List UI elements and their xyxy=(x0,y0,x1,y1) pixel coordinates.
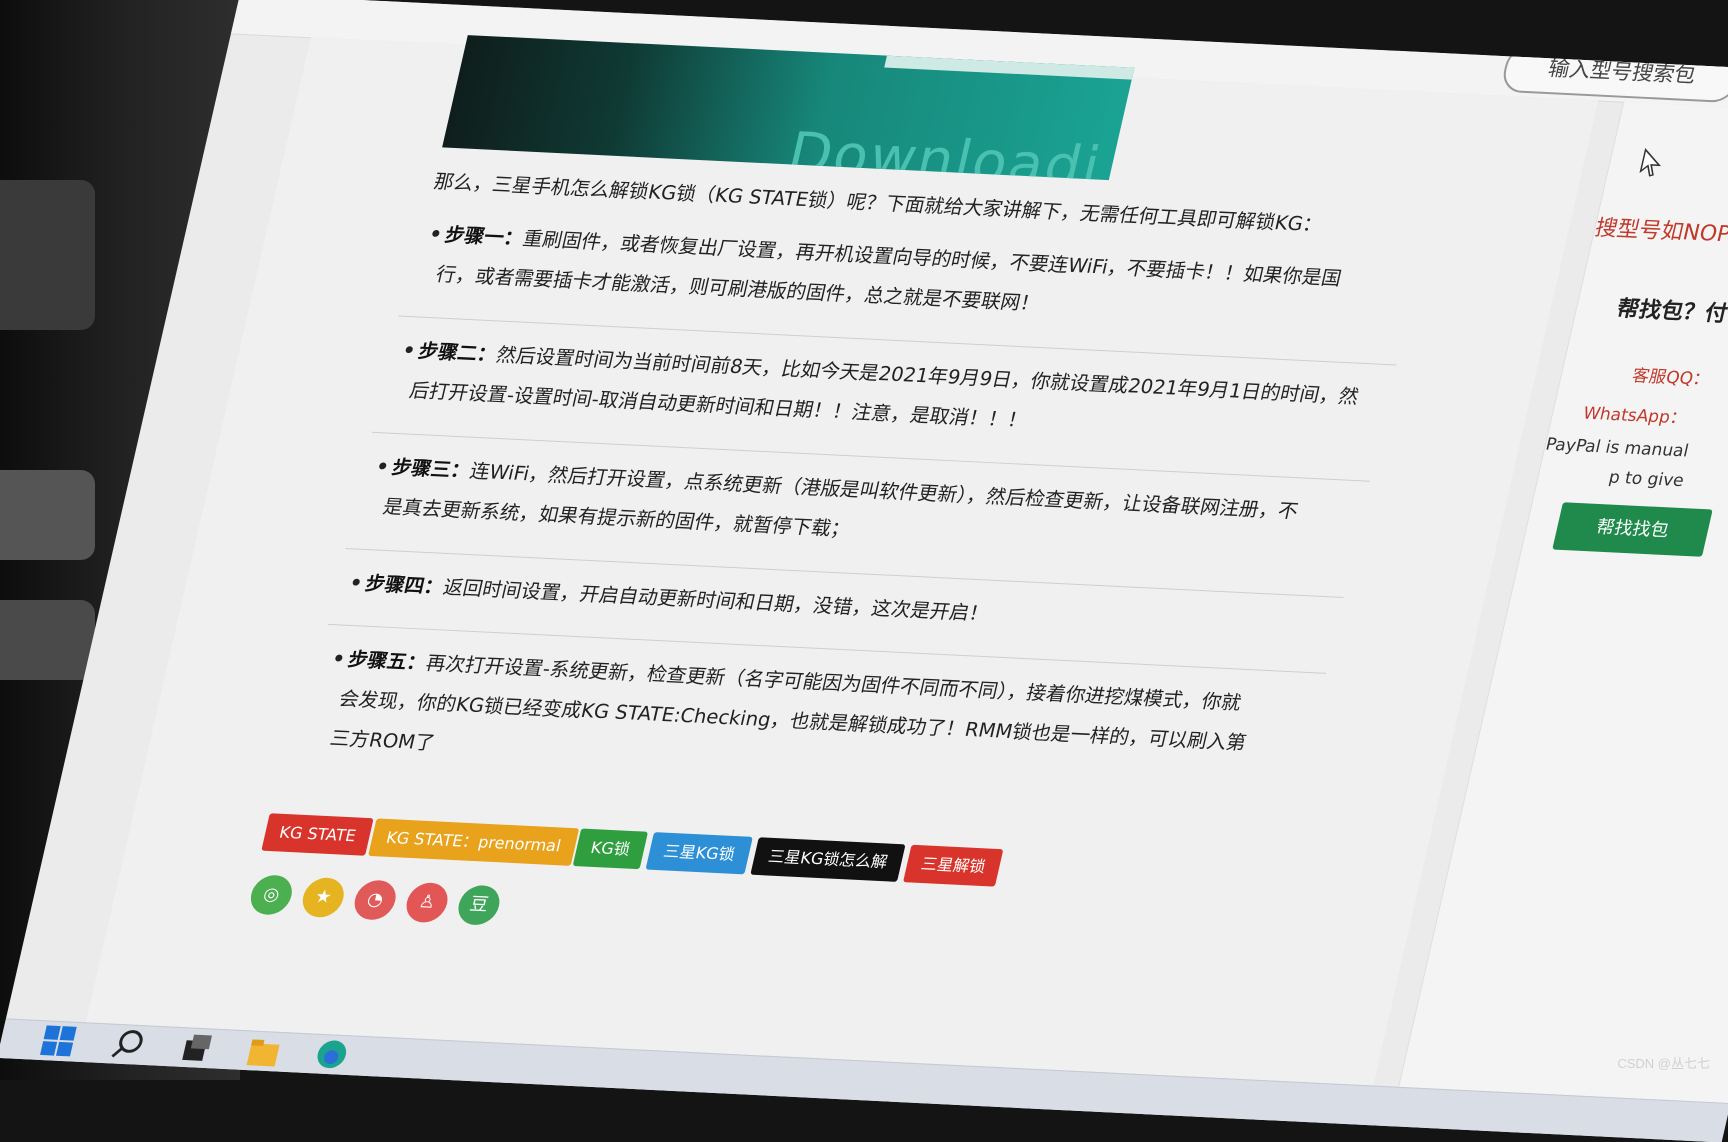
tag-kg-state[interactable]: KG STATE xyxy=(261,813,374,856)
help-find-package-button[interactable]: 帮找找包 xyxy=(1552,502,1713,557)
step-text: 返回时间设置，开启自动更新时间和日期，没错，这次是开启！ xyxy=(441,575,992,626)
search-icon[interactable] xyxy=(107,1027,149,1062)
task-view-icon[interactable] xyxy=(175,1030,217,1065)
step-label: 步骤一： xyxy=(442,223,526,250)
step-item: • 步骤三：连WiFi，然后打开设置，点系统更新（港版是叫软件更新），然后检查更… xyxy=(374,448,1355,574)
mouse-cursor-icon xyxy=(1639,147,1661,177)
windows-start-icon[interactable] xyxy=(38,1023,80,1058)
tag-list: KG STATE KG STATE：prenormal KG锁 三星KG锁 三星… xyxy=(261,813,1004,887)
douban-icon[interactable]: 豆 xyxy=(454,884,504,926)
step-item: • 步骤四：返回时间设置，开启自动更新时间和日期，没错，这次是开启！ xyxy=(347,564,1328,650)
sidebar-help-heading: 帮找包？付 xyxy=(1614,291,1728,328)
step-item: • 步骤二：然后设置时间为当前时间前8天，比如今天是2021年9月9日，你就设置… xyxy=(400,332,1381,458)
sidebar-qq-contact: 客服QQ： xyxy=(1629,366,1713,390)
sidebar-paypal-note: p to give xyxy=(1606,467,1686,492)
hero-image-text: Downloadi xyxy=(781,120,1108,181)
sidebar-help-suffix: 付 xyxy=(1702,301,1728,327)
sidebar-paypal-note: PayPal is manual xyxy=(1543,434,1691,462)
bezel-reflection xyxy=(0,600,95,680)
step-label: 步骤四： xyxy=(363,572,447,599)
qzone-icon[interactable]: ★ xyxy=(298,876,348,919)
edge-browser-icon[interactable] xyxy=(311,1037,353,1072)
tag-samsung-kg-lock[interactable]: 三星KG锁 xyxy=(645,832,753,875)
bezel-reflection xyxy=(0,180,95,330)
sidebar-help-text: 帮找包？ xyxy=(1614,296,1708,326)
tag-samsung-kg-lock-how[interactable]: 三星KG锁怎么解 xyxy=(750,837,906,882)
tag-kg-state-prenormal[interactable]: KG STATE：prenormal xyxy=(368,818,579,866)
qq-icon[interactable]: ♙ xyxy=(402,881,452,924)
csdn-watermark: CSDN @丛七七 xyxy=(1617,1056,1710,1071)
tag-kg-lock[interactable]: KG锁 xyxy=(572,828,648,870)
file-explorer-icon[interactable] xyxy=(243,1033,285,1068)
wechat-icon[interactable]: ◎ xyxy=(246,874,296,916)
step-label: 步骤五： xyxy=(345,647,429,675)
sidebar-whatsapp-contact: WhatsApp： xyxy=(1581,403,1690,429)
weibo-icon[interactable]: ◔ xyxy=(350,879,400,921)
monitor-screen: 输入型号搜索包 Downloadi 那么，三星手机怎么解锁KG锁（KG STAT… xyxy=(0,0,1728,1142)
bezel-reflection xyxy=(0,470,95,560)
tag-samsung-unlock[interactable]: 三星解锁 xyxy=(903,844,1004,887)
step-label: 步骤三： xyxy=(389,455,473,483)
step-label: 步骤二： xyxy=(416,339,500,367)
sidebar-search-title: 搜型号如NOP xyxy=(1592,216,1728,248)
article-content: Downloadi 那么，三星手机怎么解锁KG锁（KG STATE锁）呢？下面就… xyxy=(85,35,1599,1086)
model-search-input[interactable]: 输入型号搜索包 xyxy=(1499,44,1728,104)
